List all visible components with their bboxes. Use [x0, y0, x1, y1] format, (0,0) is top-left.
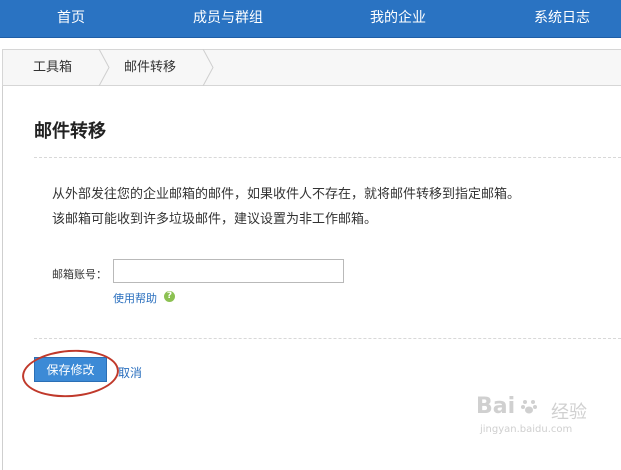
description-line-2: 该邮箱可能收到许多垃圾邮件，建议设置为非工作邮箱。 [52, 212, 378, 227]
breadcrumb-separator-icon [202, 49, 214, 86]
nav-item-home[interactable]: 首页 [57, 0, 85, 37]
email-account-input[interactable] [113, 259, 344, 283]
watermark-url: jingyan.baidu.com [480, 424, 573, 435]
watermark-suffix: 经验 [551, 402, 587, 423]
nav-item-members-groups[interactable]: 成员与群组 [193, 0, 263, 37]
question-icon[interactable]: ? [164, 291, 175, 302]
page-title: 邮件转移 [34, 121, 106, 142]
breadcrumb-toolbox[interactable]: 工具箱 [33, 50, 72, 85]
breadcrumb-mail-transfer: 邮件转移 [124, 60, 177, 75]
top-nav-bar: 首页 成员与群组 我的企业 系统日志 [0, 0, 621, 38]
nav-item-my-company[interactable]: 我的企业 [370, 0, 426, 37]
watermark-logo: Bai [476, 394, 516, 419]
nav-item-system-logs[interactable]: 系统日志 [534, 0, 590, 37]
email-account-label: 邮箱账号： [52, 268, 107, 281]
paw-icon [521, 400, 537, 414]
section-divider [34, 157, 621, 158]
help-link[interactable]: 使用帮助 [113, 290, 157, 306]
breadcrumb: 工具箱 邮件转移 [2, 49, 621, 86]
section-divider [34, 338, 621, 339]
breadcrumb-separator-icon [98, 49, 110, 86]
description-line-1: 从外部发往您的企业邮箱的邮件，如果收件人不存在，就将邮件转移到指定邮箱。 [52, 187, 521, 202]
cancel-link[interactable]: 取消 [118, 364, 142, 381]
